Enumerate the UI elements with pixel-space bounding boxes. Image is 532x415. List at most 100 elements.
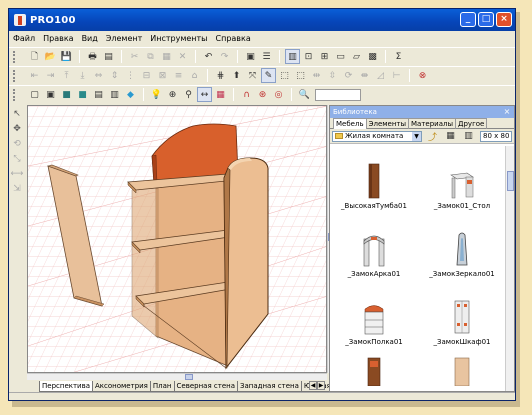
folder-select[interactable]: Жилая комната ▼ <box>332 130 422 142</box>
hidden-line-icon[interactable]: ▣ <box>43 87 58 102</box>
align-center-icon[interactable]: ⇔ <box>91 68 106 83</box>
rotate-icon[interactable]: ⟳ <box>341 68 356 83</box>
menu-file[interactable]: Файл <box>13 34 35 43</box>
library-item[interactable]: _Замок01_Стол <box>418 146 506 214</box>
tab-axonometry[interactable]: Аксонометрия <box>92 381 151 392</box>
library-scrollbar[interactable] <box>505 146 514 391</box>
wall-icon[interactable]: ▭ <box>333 49 348 64</box>
zoom-icon[interactable]: 🔍 <box>297 87 312 102</box>
menu-view[interactable]: Вид <box>82 34 98 43</box>
redo-icon[interactable]: ↷ <box>217 49 232 64</box>
move-up-icon[interactable]: ⬆ <box>229 68 244 83</box>
stop-icon[interactable]: ⊗ <box>415 68 430 83</box>
frame-icon[interactable]: ⬚ <box>277 68 292 83</box>
pointer-icon[interactable]: ↖ <box>13 109 21 119</box>
move-icon[interactable]: ✥ <box>13 124 21 134</box>
paste-icon[interactable]: ▦ <box>159 49 174 64</box>
textured-icon[interactable]: ■ <box>75 87 90 102</box>
collision-icon[interactable]: ⊛ <box>255 87 270 102</box>
library-close-button[interactable]: × <box>502 107 512 117</box>
cube-icon[interactable]: ◆ <box>123 87 138 102</box>
toolbar-grip[interactable] <box>13 50 16 63</box>
zoom-all-icon[interactable]: ⊞ <box>317 49 332 64</box>
library-title-bar[interactable]: Библиотека <box>330 106 514 118</box>
snap-grid-icon[interactable]: ⋕ <box>213 68 228 83</box>
scale-tool-icon[interactable]: ⤡ <box>13 154 20 164</box>
title-bar[interactable]: PRO100 _ □ × <box>9 9 515 31</box>
new-file-icon[interactable]: 🗋 <box>27 49 42 64</box>
library-item[interactable] <box>418 350 506 391</box>
cut-icon[interactable]: ✂ <box>127 49 142 64</box>
viewport-3d[interactable] <box>27 105 327 373</box>
zoom-input[interactable] <box>315 88 361 101</box>
tab-elements[interactable]: Элементы <box>365 118 410 129</box>
floor-icon[interactable]: ▱ <box>349 49 364 64</box>
edge-icon[interactable]: ⊢ <box>389 68 404 83</box>
menu-help[interactable]: Справка <box>216 34 251 43</box>
frame-alt-icon[interactable]: ⬚ <box>293 68 308 83</box>
print-icon[interactable]: 🖶 <box>85 49 100 64</box>
resize-icon[interactable]: ⤧ <box>245 68 260 83</box>
align-left-icon[interactable]: ⇤ <box>27 68 42 83</box>
box-outline-icon[interactable]: ▥ <box>107 87 122 102</box>
copy-icon[interactable]: ⧉ <box>143 49 158 64</box>
align-top-icon[interactable]: ⤒ <box>59 68 74 83</box>
ungroup-icon[interactable]: ⊠ <box>155 68 170 83</box>
spread-icon[interactable]: ⇼ <box>357 68 372 83</box>
tab-furniture[interactable]: Мебель <box>333 118 367 129</box>
open-folder-icon[interactable]: 📂 <box>43 49 58 64</box>
mirror-vertical-icon[interactable]: ⇳ <box>325 68 340 83</box>
close-button[interactable]: × <box>496 12 512 27</box>
mirror-horizontal-icon[interactable]: ⇹ <box>309 68 324 83</box>
library-item[interactable]: _ЗамокЗеркало01 <box>418 214 506 282</box>
tab-plan[interactable]: План <box>149 381 175 392</box>
align-bottom-icon[interactable]: ⤓ <box>75 68 90 83</box>
camera-icon[interactable]: ⊕ <box>165 87 180 102</box>
print-preview-icon[interactable]: ▤ <box>101 49 116 64</box>
triangle-icon[interactable]: ◿ <box>373 68 388 83</box>
lamp-icon[interactable]: ⚲ <box>181 87 196 102</box>
toolbar-grip[interactable] <box>13 88 16 101</box>
rotate-tool-icon[interactable]: ⟲ <box>13 139 21 149</box>
light-bulb-icon[interactable]: 💡 <box>149 87 164 102</box>
target-icon[interactable]: ◎ <box>271 87 286 102</box>
dimension-icon[interactable]: ↔ <box>197 87 212 102</box>
group-icon[interactable]: ⊟ <box>139 68 154 83</box>
menu-element[interactable]: Элемент <box>106 34 142 43</box>
tab-north-wall[interactable]: Северная стена <box>173 381 238 392</box>
stack-icon[interactable]: ≡ <box>171 68 186 83</box>
distribute-icon[interactable]: ⋮ <box>123 68 138 83</box>
tab-next-icon[interactable]: ▶ <box>317 381 325 390</box>
zoom-window-icon[interactable]: ⊡ <box>301 49 316 64</box>
pencil-icon[interactable]: ✎ <box>261 68 276 83</box>
sum-icon[interactable]: Σ <box>391 49 406 64</box>
stretch-tool-icon[interactable]: ⟷ <box>11 169 24 179</box>
align-middle-icon[interactable]: ⇕ <box>107 68 122 83</box>
tab-other[interactable]: Другое <box>455 118 488 129</box>
tab-perspective[interactable]: Перспектива <box>39 381 94 392</box>
toolbar-grip[interactable] <box>13 69 16 82</box>
push-tool-icon[interactable]: ⇲ <box>13 184 21 194</box>
tab-west-wall[interactable]: Западная стена <box>237 381 302 392</box>
lock-icon[interactable]: ⌂ <box>187 68 202 83</box>
render-icon[interactable]: ▩ <box>365 49 380 64</box>
grid-color-icon[interactable]: ▦ <box>213 87 228 102</box>
view-large-icon[interactable]: ▦ <box>443 129 458 144</box>
shaded-icon[interactable]: ■ <box>59 87 74 102</box>
library-item[interactable]: _ЗамокПолка01 <box>330 282 418 350</box>
maximize-button[interactable]: □ <box>478 12 494 27</box>
tab-materials[interactable]: Материалы <box>408 118 457 129</box>
wireframe-icon[interactable]: ▢ <box>27 87 42 102</box>
library-item[interactable] <box>330 350 418 391</box>
list-icon[interactable]: ☰ <box>259 49 274 64</box>
save-icon[interactable]: 💾 <box>59 49 74 64</box>
properties-icon[interactable]: ▣ <box>243 49 258 64</box>
minimize-button[interactable]: _ <box>460 12 476 27</box>
align-right-icon[interactable]: ⇥ <box>43 68 58 83</box>
magnet-icon[interactable]: ∩ <box>239 87 254 102</box>
view-mode-icon[interactable]: ▥ <box>285 49 300 64</box>
menu-tools[interactable]: Инструменты <box>150 34 207 43</box>
library-item[interactable]: _ВысокаяТумба01 <box>330 146 418 214</box>
view-list-icon[interactable]: ▥ <box>461 129 476 144</box>
tab-prev-icon[interactable]: ◀ <box>309 381 317 390</box>
